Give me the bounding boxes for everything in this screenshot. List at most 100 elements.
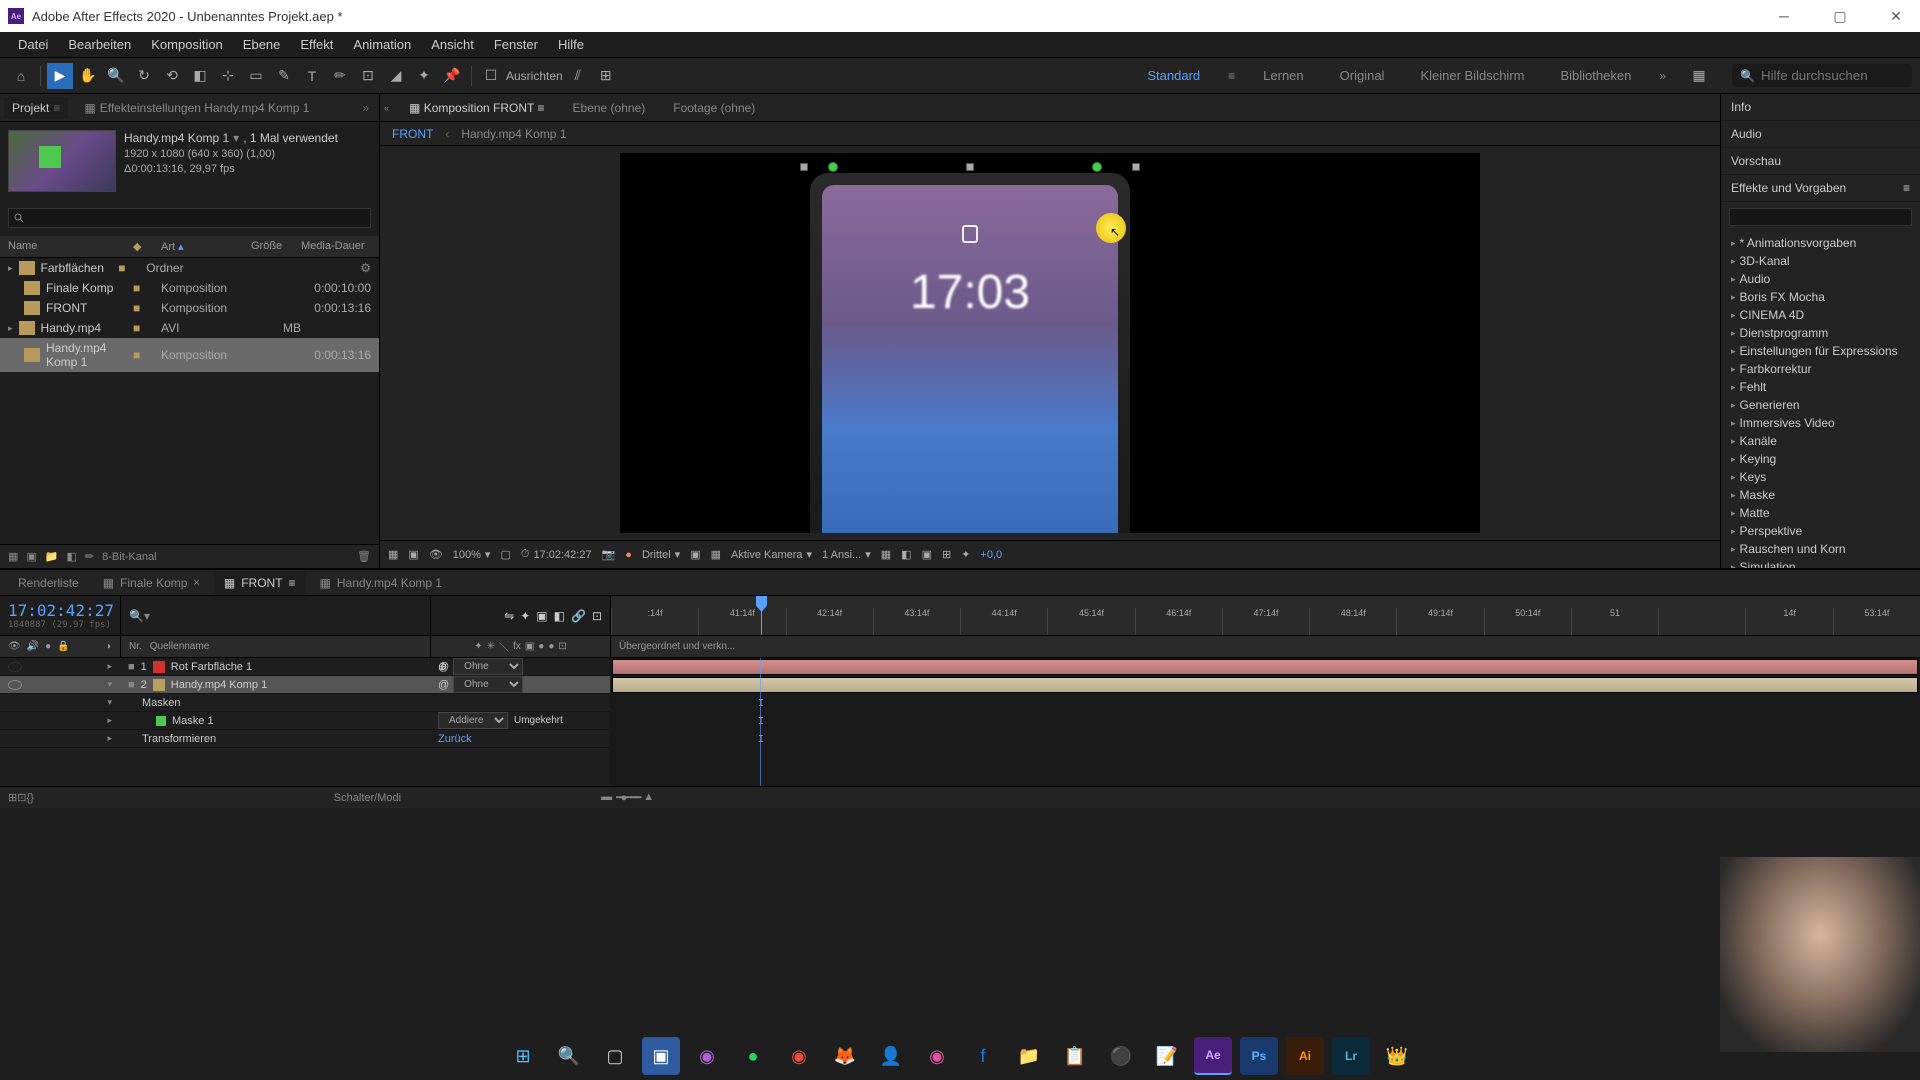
snap-options[interactable]: ⫽ [565,63,591,89]
obs-icon[interactable]: ⚫ [1102,1037,1140,1075]
help-search-input[interactable] [1761,68,1891,83]
tl-switch[interactable]: ◧ [554,609,565,623]
layer-bar[interactable] [612,677,1918,693]
project-item[interactable]: FRONT■ Komposition0:00:13:16 [0,298,379,318]
effects-category[interactable]: ▸ Boris FX Mocha [1721,288,1920,306]
selection-tool[interactable]: ▶ [47,63,73,89]
zoom-slider[interactable]: ━●━━━ [616,791,639,804]
search-button[interactable]: 🔍 [550,1037,588,1075]
effects-category[interactable]: ▸ Keying [1721,450,1920,468]
close-icon[interactable]: × [193,577,199,589]
minimize-button[interactable]: ─ [1768,8,1800,25]
roto-tool[interactable]: ✦ [411,63,437,89]
timeline-tab[interactable]: ▦ FRONT ≡ [214,572,306,594]
tl-footer-icon[interactable]: ⊞ [8,791,17,804]
layer-bar[interactable] [612,659,1918,675]
time-ruler[interactable]: :14f41:14f42:14f43:14f44:14f45:14f46:14f… [610,596,1920,635]
help-search[interactable]: 🔍 [1732,64,1912,87]
workspace-klein[interactable]: Kleiner Bildschirm [1412,64,1532,87]
footer-icon[interactable]: ◧ [67,550,77,563]
illustrator-icon[interactable]: Ai [1286,1037,1324,1075]
tl-switch[interactable]: ⊡ [592,609,602,623]
text-tool[interactable]: T [299,63,325,89]
puppet-tool[interactable]: 📌 [439,63,465,89]
snapshot[interactable]: 📷 [602,548,616,561]
lightroom-icon[interactable]: Lr [1332,1037,1370,1075]
parent-select[interactable]: Ohne [453,658,523,675]
playhead[interactable] [761,596,762,635]
eye-icon[interactable]: 👁 [8,641,21,652]
effects-category[interactable]: ▸ Kanäle [1721,432,1920,450]
parent-pick[interactable]: @ [438,661,449,673]
app-icon[interactable]: 👑 [1378,1037,1416,1075]
timeline-tracks[interactable]: @Ohne @Ohne I I I [610,658,1920,786]
settings-icon[interactable]: ⚙ [360,261,371,275]
shy-icon[interactable]: ◗ [106,641,112,652]
brush-tool[interactable]: ✏ [327,63,353,89]
menu-fenster[interactable]: Fenster [484,33,548,56]
effects-category[interactable]: ▸ Fehlt [1721,378,1920,396]
pen-tool[interactable]: ✎ [271,63,297,89]
resize-handle[interactable] [1132,163,1140,171]
comp-tab[interactable]: ▦ Komposition FRONT ≡ [401,97,553,119]
col-name[interactable]: Name [8,240,133,253]
speaker-icon[interactable]: 🔊 [27,641,39,652]
project-tab[interactable]: Projekt ≡ [4,97,68,119]
tl-footer-icon[interactable]: ⊡ [17,791,26,804]
tl-switch[interactable]: ✦ [520,609,530,623]
menu-effekt[interactable]: Effekt [290,33,343,56]
visibility-toggle[interactable] [8,662,22,672]
snap-toggle[interactable]: ☐ [478,63,504,89]
rotate-tool[interactable]: ⟲ [159,63,185,89]
menu-animation[interactable]: Animation [343,33,421,56]
project-item[interactable]: Handy.mp4 Komp 1■ Komposition0:00:13:16 [0,338,379,372]
effects-category[interactable]: ▸ CINEMA 4D [1721,306,1920,324]
vf-icon[interactable]: ▣ [922,548,932,561]
project-item[interactable]: Finale Komp■ Komposition0:00:10:00 [0,278,379,298]
timeline-tab[interactable]: ▦ Handy.mp4 Komp 1 [310,572,453,594]
workspace-standard[interactable]: Standard [1139,64,1208,87]
menu-ebene[interactable]: Ebene [233,33,291,56]
effects-category[interactable]: ▸ Perspektive [1721,522,1920,540]
workspace-settings[interactable]: ▦ [1686,63,1712,89]
effects-category[interactable]: ▸ 3D-Kanal [1721,252,1920,270]
channel-toggle[interactable]: ● [625,549,632,561]
folder-icon[interactable]: 📁 [1010,1037,1048,1075]
vf-icon[interactable]: ▦ [881,548,891,561]
effects-category[interactable]: ▸ Dienstprogramm [1721,324,1920,342]
footer-icon[interactable]: ✏ [85,550,94,563]
effects-category[interactable]: ▸ Rauschen und Korn [1721,540,1920,558]
anchor-tool[interactable]: ⊹ [215,63,241,89]
parent-pick[interactable]: @ [438,679,449,691]
resolution-select[interactable]: Drittel ▾ [642,548,680,561]
trash-icon[interactable]: 🗑 [357,550,371,563]
col-size[interactable]: Größe [251,240,301,253]
menu-komposition[interactable]: Komposition [141,33,233,56]
layer-prop[interactable]: ▾ Masken [0,694,610,712]
resize-handle[interactable] [966,163,974,171]
timecode-display[interactable]: ⏱ 17:02:42:27 [521,548,592,561]
timeline-tab-render[interactable]: Renderliste [8,572,89,594]
messenger-icon[interactable]: ◉ [918,1037,956,1075]
effects-category[interactable]: ▸ Matte [1721,504,1920,522]
hand-tool[interactable]: ✋ [75,63,101,89]
firefox-icon[interactable]: 🦊 [826,1037,864,1075]
info-panel[interactable]: Info [1721,94,1920,121]
snap-grid[interactable]: ⊞ [593,63,619,89]
col-art[interactable]: Art ▴ [161,240,251,253]
whatsapp-icon[interactable]: ● [734,1037,772,1075]
effect-controls-tab[interactable]: ▦ Effekteinstellungen Handy.mp4 Komp 1 [76,97,317,119]
alpha-toggle[interactable]: ▦ [388,548,398,561]
view-select[interactable]: 1 Ansi... ▾ [822,548,871,561]
zoom-out-icon[interactable]: ▬ [601,791,612,804]
task-view[interactable]: ▢ [596,1037,634,1075]
layer-prop[interactable]: ▸ Transformieren Zurück [0,730,610,748]
lock-icon[interactable]: 🔒 [57,641,69,652]
zoom-in-icon[interactable]: ▲ [643,791,654,804]
mask-toggle[interactable]: 👁 [429,548,443,561]
switch-mode-label[interactable]: Schalter/Modi [334,792,401,804]
camera-select[interactable]: Aktive Kamera ▾ [731,548,812,561]
notepad-icon[interactable]: 📝 [1148,1037,1186,1075]
effects-category[interactable]: ▸ Audio [1721,270,1920,288]
close-button[interactable]: ✕ [1880,8,1912,25]
